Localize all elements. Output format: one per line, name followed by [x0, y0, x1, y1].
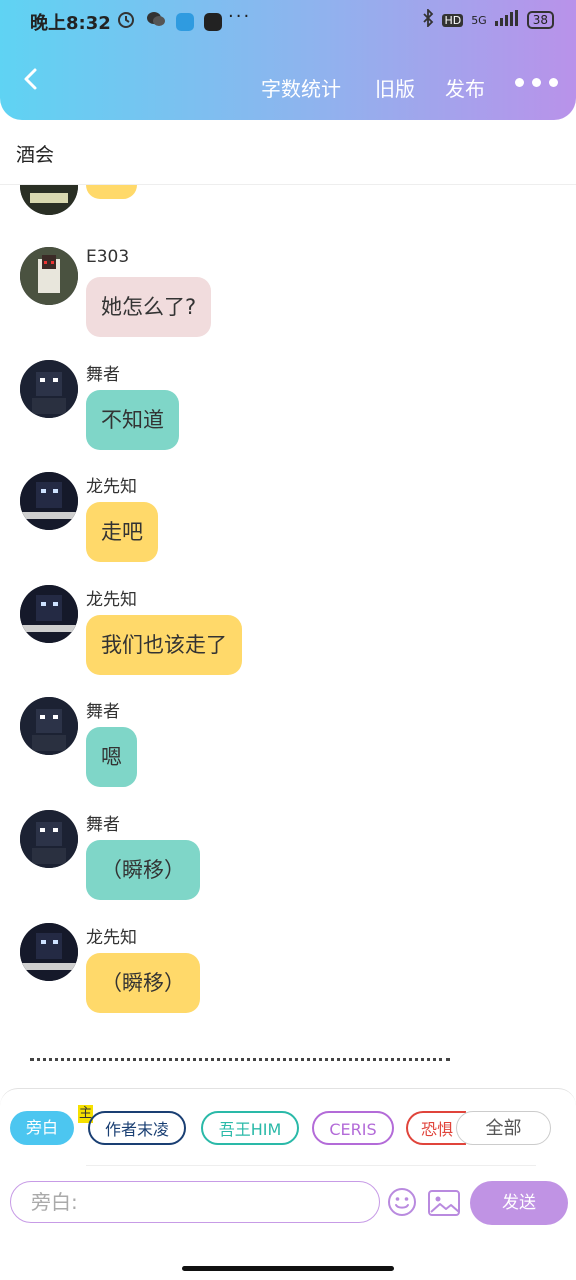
message-bubble[interactable]: 走吧: [86, 502, 158, 562]
emoji-icon[interactable]: [386, 1186, 418, 1218]
role-ceris[interactable]: CERIS: [312, 1111, 394, 1145]
sender-name: 龙先知: [86, 928, 137, 948]
signal-label: 5G: [471, 13, 487, 27]
chevron-left-icon[interactable]: [18, 66, 44, 92]
role-narration[interactable]: 旁白: [10, 1111, 74, 1145]
hd-badge: HD: [442, 13, 464, 27]
wechat-icon: [146, 10, 166, 33]
sender-name: 舞者: [86, 365, 120, 385]
sender-name: 舞者: [86, 815, 120, 835]
message-input[interactable]: [10, 1181, 380, 1223]
avatar[interactable]: [20, 585, 78, 643]
status-right: HD 5G 38: [422, 7, 554, 31]
avatar[interactable]: [20, 472, 78, 530]
sender-name: E303: [86, 247, 130, 267]
message-bubble[interactable]: ！: [86, 185, 137, 199]
status-bar: 晚上8:32 ··· HD 5G 38: [0, 0, 576, 38]
status-time: 晚上8:32: [30, 13, 111, 34]
status-more: ···: [228, 6, 252, 27]
message-bubble[interactable]: 嗯: [86, 727, 137, 787]
message-bubble[interactable]: 不知道: [86, 390, 179, 450]
old-version-button[interactable]: 旧版: [375, 73, 415, 102]
signal-icon: [494, 10, 519, 30]
tiktok-icon: [204, 12, 222, 31]
chat-title: 酒会: [16, 144, 55, 166]
avatar[interactable]: [20, 810, 78, 868]
battery-indicator: 38: [526, 11, 554, 29]
alarm-icon: [116, 9, 136, 34]
content-ellipsis: [30, 1050, 450, 1061]
avatar[interactable]: [20, 185, 78, 215]
message-bubble[interactable]: （瞬移）: [86, 840, 200, 900]
sender-name: 龙先知: [86, 477, 137, 497]
message-bubble[interactable]: 我们也该走了: [86, 615, 242, 675]
word-count-button[interactable]: 字数统计: [261, 73, 341, 102]
chat-list[interactable]: ！ E303 她怎么了? 舞者 不知道 龙先知 走吧 龙先知 我们也该走了: [0, 185, 576, 1085]
role-author[interactable]: 作者末凌: [88, 1111, 186, 1145]
bluetooth-icon: [422, 7, 434, 31]
all-roles-button[interactable]: 全部: [456, 1111, 551, 1145]
sender-name: 龙先知: [86, 590, 137, 610]
role-selector: 旁白 主 作者末凌 吾王HIM CERIS 恐惧 全部: [0, 1105, 576, 1151]
avatar[interactable]: [20, 923, 78, 981]
notification-icons: [116, 9, 222, 34]
image-icon[interactable]: [427, 1189, 461, 1217]
send-button[interactable]: 发送: [470, 1181, 568, 1225]
divider: [86, 1165, 536, 1166]
message-bubble[interactable]: 她怎么了?: [86, 277, 212, 337]
message-bubble[interactable]: （瞬移）: [86, 953, 200, 1013]
role-wuwang[interactable]: 吾王HIM: [201, 1111, 299, 1145]
avatar[interactable]: [20, 247, 78, 305]
more-dots-icon[interactable]: [515, 78, 558, 87]
publish-button[interactable]: 发布: [445, 73, 485, 102]
app-icon: [176, 12, 194, 31]
sender-name: 舞者: [86, 702, 120, 722]
home-indicator[interactable]: [182, 1266, 394, 1271]
chat-title-bar: 酒会: [0, 120, 576, 185]
avatar[interactable]: [20, 360, 78, 418]
composer-panel: 旁白 主 作者末凌 吾王HIM CERIS 恐惧 全部 发送: [0, 1088, 576, 1229]
avatar[interactable]: [20, 697, 78, 755]
app-header: 字数统计 旧版 发布: [0, 38, 576, 120]
